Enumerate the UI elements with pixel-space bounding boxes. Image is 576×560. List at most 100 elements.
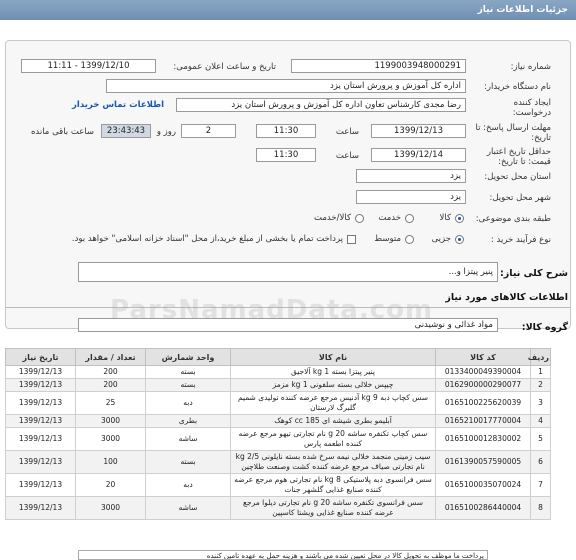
cell-row: 3 — [530, 391, 551, 415]
validity-time-field[interactable]: 11:30 — [256, 148, 316, 162]
col-unit-header: واحد شمارش — [145, 348, 231, 366]
remaining-time-field: 23:43:43 — [101, 124, 151, 138]
col-code-header: کد کالا — [435, 348, 531, 366]
category-service-radio[interactable] — [405, 214, 414, 223]
table-row: 3 0165100225620039 سس کچاپ دبه 9 kg آدنیس … — [5, 391, 551, 415]
reply-time-field[interactable]: 11:30 — [256, 124, 316, 138]
table-row: 7 0165100035070024 سس فرانسوی دبه پلاستیکی… — [5, 473, 551, 497]
cell-qty: 20 — [75, 473, 146, 497]
watermark: ParsNamadData.com — [110, 295, 434, 325]
table-row: 2 0162900000290077 چیپس خلالی بسته سلفونی … — [5, 378, 551, 392]
cell-row: 1 — [530, 365, 551, 379]
need-number-label: شماره نیاز: — [510, 62, 551, 72]
summary-label: شرح کلی نیاز: — [499, 268, 568, 279]
cell-unit: ساشه — [145, 427, 231, 451]
page-title-bar: جزئیات اطلاعات نیاز — [0, 0, 576, 20]
announce-label: تاریخ و ساعت اعلان عمومی: — [173, 62, 276, 72]
reply-deadline-label: مهلت ارسال پاسخ: تا تاریخ: — [475, 123, 551, 143]
buyer-field[interactable]: اداره کل آموزش و پرورش استان یزد — [106, 79, 466, 93]
page-title: جزئیات اطلاعات نیاز — [477, 5, 568, 15]
cell-qty: 100 — [75, 450, 146, 474]
cell-qty: 25 — [75, 391, 146, 415]
cell-code: 0165210017770004 — [435, 414, 531, 428]
cell-code: 0161390057590005 — [435, 450, 531, 474]
announce-field[interactable]: 1399/12/10 - 11:11 — [21, 59, 156, 73]
category-both-label: کالا/خدمت — [314, 213, 351, 223]
bottom-note: پرداخت ما موظف به تحویل کالا در محل تعیی… — [78, 550, 488, 560]
col-date-header: تاریخ نیاز — [5, 348, 76, 366]
cell-name: سس فرانسوی دبه پلاستیکی 8 kg نام تجارتی … — [230, 473, 436, 497]
cell-date: 1399/12/13 — [5, 496, 76, 520]
creator-field[interactable]: رضا مجدی کارشناس تعاون اداره کل آموزش و … — [176, 98, 466, 112]
col-row-header: ردیف — [528, 348, 551, 366]
buyer-contact-link[interactable]: اطلاعات تماس خریدار — [72, 100, 164, 110]
cell-date: 1399/12/13 — [5, 391, 76, 415]
cell-qty: 3000 — [75, 496, 146, 520]
buyer-label: نام دستگاه خریدار: — [484, 82, 551, 92]
creator-label: ایجاد کننده درخواست: — [512, 98, 551, 118]
col-name-header: نام کالا — [230, 348, 436, 366]
cell-name: چیپس خلالی بسته سلفونی 1 kg مزمز — [230, 378, 436, 392]
validity-date-field[interactable]: 1399/12/14 — [371, 148, 466, 162]
reply-time-label: ساعت — [335, 127, 359, 137]
reply-date-field[interactable]: 1399/12/13 — [371, 124, 466, 138]
cell-unit: بسته — [145, 450, 231, 474]
cell-unit: ساشه — [145, 496, 231, 520]
table-row: 5 0165100012830002 سس کچاپ تکنفره ساشه 20 … — [5, 427, 551, 451]
province-label: استان محل تحویل: — [484, 172, 551, 182]
goods-header: اطلاعات کالاهای مورد نیاز — [445, 292, 568, 303]
treasury-payment-checkbox[interactable] — [347, 235, 356, 244]
cell-date: 1399/12/13 — [5, 473, 76, 497]
category-both-radio[interactable] — [355, 214, 364, 223]
cell-date: 1399/12/13 — [5, 450, 76, 474]
cell-qty: 3000 — [75, 427, 146, 451]
process-medium-label: متوسط — [374, 234, 401, 244]
cell-unit: بسته — [145, 378, 231, 392]
cell-unit: بطری — [145, 414, 231, 428]
cell-unit: دبه — [145, 391, 231, 415]
cell-code: 0165100012830002 — [435, 427, 531, 451]
cell-unit: دبه — [145, 473, 231, 497]
process-minor-label: جزیی — [431, 234, 451, 244]
category-goods-radio[interactable] — [455, 214, 464, 223]
treasury-payment-note: پرداخت تمام یا بخشی از مبلغ خرید،از محل … — [71, 234, 343, 244]
table-row: 4 0165210017770004 آبلیمو بطری شیشه ای 185… — [5, 414, 551, 428]
need-number-field[interactable]: 1199003948000291 — [291, 59, 466, 73]
city-label: شهر محل تحویل: — [489, 193, 551, 203]
cell-row: 6 — [530, 450, 551, 474]
days-label: روز و — [156, 127, 176, 137]
validity-label: حداقل تاریخ اعتبار قیمت: تا تاریخ: — [486, 147, 551, 167]
validity-time-label: ساعت — [335, 151, 359, 161]
cell-date: 1399/12/13 — [5, 378, 76, 392]
cell-qty: 200 — [75, 365, 146, 379]
cell-code: 0162900000290077 — [435, 378, 531, 392]
cell-code: 0165100286440004 — [435, 496, 531, 520]
cell-date: 1399/12/13 — [5, 365, 76, 379]
table-header-row: ردیف کد کالا نام کالا واحد شمارش تعداد /… — [5, 348, 551, 366]
category-goods-label: کالا — [439, 213, 451, 223]
cell-name: سس کچاپ تکنفره ساشه 20 g نام تجارتی تیهو… — [230, 427, 436, 451]
col-qty-header: تعداد / مقدار — [75, 348, 146, 366]
cell-row: 7 — [530, 473, 551, 497]
summary-field[interactable]: پنیر پیتزا و... — [78, 262, 498, 282]
cell-row: 4 — [530, 414, 551, 428]
category-label: طبقه بندی موضوعی: — [475, 214, 551, 224]
cell-name: پنیر پیتزا بسته 1 kg آلاجیق — [230, 365, 436, 379]
cell-unit: بسته — [145, 365, 231, 379]
cell-date: 1399/12/13 — [5, 414, 76, 428]
province-field[interactable]: یزد — [356, 169, 466, 183]
process-minor-radio[interactable] — [455, 235, 464, 244]
cell-qty: 3000 — [75, 414, 146, 428]
category-service-label: خدمت — [378, 213, 401, 223]
cell-row: 8 — [530, 496, 551, 520]
table-row: 8 0165100286440004 سس فرانسوی تکنفره ساشه … — [5, 496, 551, 520]
goods-table: ردیف کد کالا نام کالا واحد شمارش تعداد /… — [5, 348, 551, 520]
table-row: 6 0161390057590005 سیب زمینی منجمد خلالی ن… — [5, 450, 551, 474]
cell-name: سس کچاپ دبه 9 kg آدنیس مرجع عرضه کننده ت… — [230, 391, 436, 415]
days-field[interactable]: 2 — [181, 124, 236, 138]
city-field[interactable]: یزد — [356, 190, 466, 204]
cell-name: سیب زمینی منجمد خلالی نیمه سرخ شده بسته … — [230, 450, 436, 474]
goods-group-label: گروه کالا: — [521, 322, 568, 333]
process-medium-radio[interactable] — [405, 235, 414, 244]
cell-name: آبلیمو بطری شیشه ای 185 cc کوهک — [230, 414, 436, 428]
